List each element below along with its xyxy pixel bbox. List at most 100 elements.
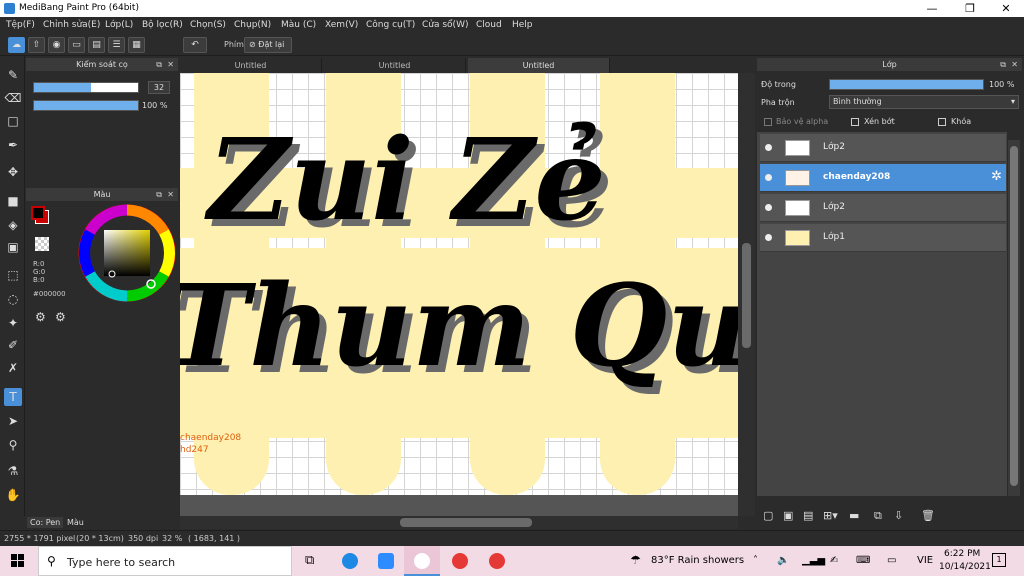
pen-icon[interactable]: ✍ [830,555,838,566]
menu-window[interactable]: Cửa sổ(W) [422,20,468,30]
blend-mode-select[interactable]: Bình thường ▾ [829,95,1019,109]
move-tool-icon[interactable]: ✥ [4,163,22,181]
layer-row-selected[interactable]: chaenday208 ✲ [760,164,1006,192]
list-icon[interactable]: ☰ [108,37,125,53]
brush-size-slider[interactable] [33,82,139,93]
drawing-canvas[interactable]: Zui Zẻ Thum Qua chaenday208 hd247 [180,73,738,495]
menu-filter[interactable]: Bộ lọc(R) [142,20,183,30]
chevron-up-icon[interactable]: ˄ [753,555,758,566]
doc-tab-2[interactable]: Untitled [324,58,466,73]
vertical-scroll-thumb[interactable] [742,243,751,348]
delete-layer-icon[interactable]: 🗑 [921,509,935,522]
menu-select[interactable]: Chọn(S) [190,20,226,30]
grid-icon[interactable]: ▦ [128,37,145,53]
brush-size-value[interactable]: 32 [148,81,170,94]
new-1bit-layer-icon[interactable]: ▤ [803,509,813,522]
medibang-taskbar-button[interactable] [404,546,440,576]
pen-tool-icon[interactable]: ✒ [4,136,22,154]
visibility-icon[interactable] [765,234,772,241]
menu-color[interactable]: Màu (C) [281,20,316,30]
layer-row[interactable]: Lớp2 [760,194,1006,222]
operation-tool-icon[interactable]: ➤ [4,412,22,430]
language-indicator[interactable]: VIE [917,555,933,566]
brush-tool-icon[interactable]: ✎ [4,66,22,84]
keyboard-icon[interactable]: ⌨ [856,555,870,566]
maximize-button[interactable]: ❐ [952,0,988,17]
taskbar-search[interactable]: ⚲ Type here to search [38,546,292,576]
gradient-tool-icon[interactable]: ▣ [4,238,22,256]
vertical-scrollbar[interactable] [738,73,755,516]
lock-checkbox[interactable] [938,118,946,126]
tab-brush-pen[interactable]: Co: Pen [27,517,64,528]
visibility-icon[interactable] [765,144,772,151]
doc-tab-1[interactable]: Untitled [180,58,322,73]
merge-layer-icon[interactable]: ⇩ [894,509,903,522]
volume-icon[interactable]: 🔈 [777,555,789,566]
foreground-color-swatch[interactable] [31,206,45,220]
horizontal-scroll-thumb[interactable] [400,518,532,527]
fill-rect-tool-icon[interactable]: ■ [4,192,22,210]
clock-date[interactable]: 10/14/2021 [939,562,991,572]
eyedropper-tool-icon[interactable]: ⚗ [4,462,22,480]
minimize-button[interactable]: — [914,0,950,17]
weather-text[interactable]: 83°F Rain showers [651,555,744,566]
menu-capture[interactable]: Chụp(N) [234,20,271,30]
duplicate-layer-icon[interactable]: ⧉ [874,509,882,523]
menu-help[interactable]: Help [512,20,533,30]
network-icon[interactable]: ▁▃▅ [802,555,825,566]
color-wheel[interactable] [78,204,176,302]
close-icon[interactable]: ✕ [167,58,174,71]
zoom-icon[interactable] [378,553,394,569]
edge-icon[interactable] [342,553,358,569]
protect-alpha-checkbox[interactable] [764,118,772,126]
document-icon[interactable]: ▤ [88,37,105,53]
menu-edit[interactable]: Chỉnh sửa(E) [43,20,100,30]
reset-button[interactable]: ⊘ Đặt lại [244,37,292,53]
visibility-icon[interactable] [765,174,772,181]
menu-file[interactable]: Tệp(F) [6,20,35,30]
clock-time[interactable]: 6:22 PM [944,549,980,559]
select-rect-tool-icon[interactable]: ⬚ [4,266,22,284]
chat-icon[interactable]: ◉ [48,37,65,53]
menu-view[interactable]: Xem(V) [325,20,358,30]
layer-opacity-slider[interactable] [829,79,984,90]
task-view-icon[interactable]: ⧉ [305,553,314,568]
cloud-icon[interactable]: ☁ [8,37,25,53]
chrome-icon[interactable] [452,553,468,569]
display-icon[interactable]: ▭ [887,555,896,566]
popout-icon[interactable]: ⧉ [1000,58,1006,71]
close-icon[interactable]: ✕ [167,188,174,201]
new-halftone-layer-icon[interactable]: ▣ [783,509,793,522]
add-layer-menu-icon[interactable]: ⊞▾ [823,509,838,522]
visibility-icon[interactable] [765,204,772,211]
lasso-tool-icon[interactable]: ◌ [4,290,22,308]
select-eraser-tool-icon[interactable]: ✗ [4,359,22,377]
gear-icon[interactable]: ✲ [991,169,1002,184]
palette-add-icon[interactable]: ⚙ [55,310,66,324]
rect-tool-icon[interactable]: □ [4,112,22,130]
chrome-icon[interactable] [489,553,505,569]
close-icon[interactable]: ✕ [1011,58,1018,71]
new-layer-icon[interactable]: ▢ [763,509,773,522]
doc-tab-3[interactable]: Untitled [468,58,610,73]
magic-wand-tool-icon[interactable]: ✦ [4,314,22,332]
select-pen-tool-icon[interactable]: ✐ [4,336,22,354]
windows-start-icon[interactable] [11,554,25,568]
layer-scrollbar[interactable] [1008,140,1020,496]
dropper-tool-icon[interactable]: ⚲ [4,436,22,454]
menu-cloud[interactable]: Cloud [476,20,502,30]
notification-icon[interactable]: 1 [992,553,1006,567]
horizontal-scrollbar[interactable] [180,516,738,529]
layer-row[interactable]: Lớp2 [760,134,1006,162]
comment-icon[interactable]: ▭ [68,37,85,53]
layer-scroll-thumb[interactable] [1010,146,1018,486]
menu-layer[interactable]: Lớp(L) [105,20,133,30]
text-tool-icon[interactable]: T [4,388,22,406]
layer-row[interactable]: Lớp1 [760,224,1006,252]
close-button[interactable]: ✕ [988,0,1024,17]
tab-color[interactable]: Màu [64,517,87,528]
upload-icon[interactable]: ⇧ [28,37,45,53]
bucket-tool-icon[interactable]: ◈ [4,216,22,234]
brush-opacity-slider[interactable] [33,100,139,111]
menu-tools[interactable]: Công cụ(T) [366,20,415,30]
